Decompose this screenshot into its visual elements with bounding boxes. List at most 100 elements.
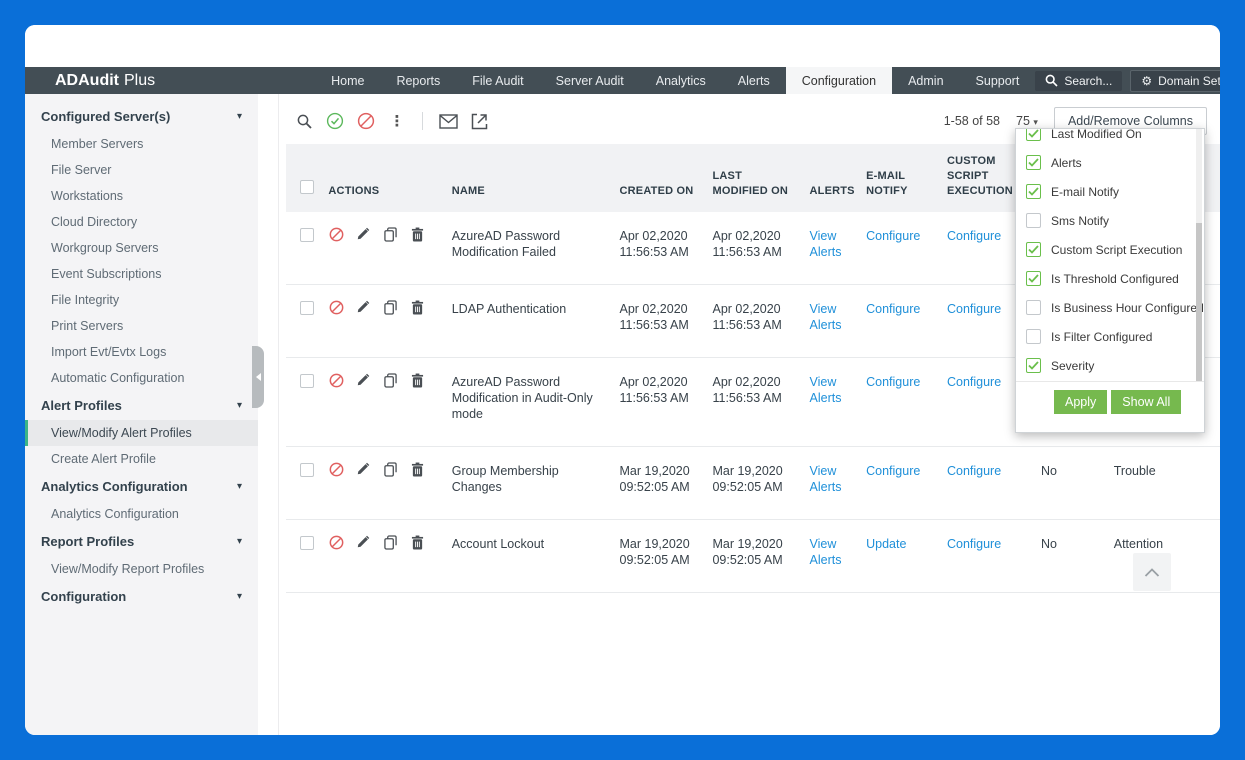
row-checkbox[interactable] [300,228,314,242]
tab-reports[interactable]: Reports [380,67,456,94]
sidebar-section-alert-profiles[interactable]: Alert Profiles ▾ [25,391,258,420]
sidebar-section-report-profiles[interactable]: Report Profiles ▾ [25,527,258,556]
sidebar-item-view-modify-report-profiles[interactable]: View/Modify Report Profiles [25,556,258,582]
column-option-custom-script-execution[interactable]: Custom Script Execution [1016,235,1204,264]
email-notify-link[interactable]: Configure [866,302,920,316]
more-options-icon[interactable]: ⋮ [387,111,407,131]
sidebar-item-member-servers[interactable]: Member Servers [25,131,258,157]
disable-icon[interactable] [328,226,344,242]
delete-icon[interactable] [409,226,425,242]
column-option-alerts[interactable]: Alerts [1016,148,1204,177]
disable-icon[interactable] [328,534,344,550]
column-header-email-notify[interactable]: E-MAIL NOTIFY [862,144,943,212]
sidebar-section-configured-servers[interactable]: Configured Server(s) ▾ [25,102,258,131]
export-icon[interactable] [469,111,489,131]
tab-server-audit[interactable]: Server Audit [540,67,640,94]
column-header-name[interactable]: NAME [447,144,616,212]
view-alerts-link[interactable]: View Alerts [810,229,842,259]
sidebar-item-workgroup-servers[interactable]: Workgroup Servers [25,235,258,261]
disable-icon[interactable] [328,299,344,315]
column-header-alerts[interactable]: ALERTS [805,144,863,212]
tab-configuration[interactable]: Configuration [785,67,893,94]
disable-profile-icon[interactable] [356,111,376,131]
tab-admin[interactable]: Admin [892,67,959,94]
delete-icon[interactable] [409,299,425,315]
sidebar-item-create-alert-profile[interactable]: Create Alert Profile [25,446,258,472]
disable-icon[interactable] [328,461,344,477]
show-all-button[interactable]: Show All [1111,390,1182,414]
search-button[interactable]: Search... [1035,70,1123,91]
enable-profile-icon[interactable] [325,111,345,131]
tab-file-audit[interactable]: File Audit [456,67,539,94]
delete-icon[interactable] [409,461,425,477]
domain-settings-button[interactable]: ⚙ Domain Settings [1130,69,1220,92]
sidebar-item-file-integrity[interactable]: File Integrity [25,287,258,313]
column-option-email-notify[interactable]: E-mail Notify [1016,177,1204,206]
row-checkbox[interactable] [300,301,314,315]
email-icon[interactable] [438,111,458,131]
sidebar-item-event-subscriptions[interactable]: Event Subscriptions [25,261,258,287]
email-notify-link[interactable]: Configure [866,375,920,389]
sidebar-item-cloud-directory[interactable]: Cloud Directory [25,209,258,235]
delete-icon[interactable] [409,372,425,388]
view-alerts-link[interactable]: View Alerts [810,464,842,494]
sidebar-section-analytics-configuration[interactable]: Analytics Configuration ▾ [25,472,258,501]
sidebar-section-configuration[interactable]: Configuration ▾ [25,582,258,611]
edit-icon[interactable] [355,534,371,550]
sidebar-item-import-evt-logs[interactable]: Import Evt/Evtx Logs [25,339,258,365]
page-size-select[interactable]: 75 ▾ [1016,114,1038,128]
tab-alerts[interactable]: Alerts [722,67,786,94]
column-option-last-modified-on[interactable]: Last Modified On [1016,129,1204,148]
row-checkbox[interactable] [300,463,314,477]
sidebar-item-workstations[interactable]: Workstations [25,183,258,209]
column-option-is-threshold-configured[interactable]: Is Threshold Configured [1016,264,1204,293]
sidebar-collapse-handle[interactable] [252,346,264,408]
column-header-last-modified-on[interactable]: LAST MODIFIED ON [708,144,806,212]
view-alerts-link[interactable]: View Alerts [810,537,842,567]
sidebar-item-analytics-configuration[interactable]: Analytics Configuration [25,501,258,527]
select-all-checkbox[interactable] [300,180,314,194]
column-option-sms-notify[interactable]: Sms Notify [1016,206,1204,235]
tab-home[interactable]: Home [315,67,380,94]
custom-script-link[interactable]: Configure [947,229,1001,243]
custom-script-link[interactable]: Configure [947,375,1001,389]
edit-icon[interactable] [355,299,371,315]
column-option-severity[interactable]: Severity [1016,351,1204,380]
app-logo[interactable]: ADAudit Plus [25,67,185,94]
search-icon[interactable] [294,111,314,131]
tab-analytics[interactable]: Analytics [640,67,722,94]
copy-icon[interactable] [382,299,398,315]
edit-icon[interactable] [355,461,371,477]
email-notify-link[interactable]: Configure [866,464,920,478]
column-header-actions[interactable]: ACTIONS [324,144,448,212]
view-alerts-link[interactable]: View Alerts [810,375,842,405]
edit-icon[interactable] [355,226,371,242]
sidebar-item-view-modify-alert-profiles[interactable]: View/Modify Alert Profiles [25,420,258,446]
row-checkbox[interactable] [300,374,314,388]
column-option-is-business-hour-configured[interactable]: Is Business Hour Configured [1016,293,1204,322]
copy-icon[interactable] [382,461,398,477]
copy-icon[interactable] [382,372,398,388]
apply-button[interactable]: Apply [1054,390,1108,414]
sidebar-item-file-server[interactable]: File Server [25,157,258,183]
custom-script-link[interactable]: Configure [947,302,1001,316]
email-notify-link[interactable]: Configure [866,229,920,243]
disable-icon[interactable] [328,372,344,388]
custom-script-link[interactable]: Configure [947,464,1001,478]
sidebar-item-print-servers[interactable]: Print Servers [25,313,258,339]
delete-icon[interactable] [409,534,425,550]
sidebar-item-automatic-configuration[interactable]: Automatic Configuration [25,365,258,391]
column-option-is-filter-configured[interactable]: Is Filter Configured [1016,322,1204,351]
custom-script-link[interactable]: Configure [947,537,1001,551]
dropdown-scrollbar-thumb[interactable] [1196,223,1202,381]
row-checkbox[interactable] [300,536,314,550]
scroll-to-top-button[interactable] [1133,553,1171,591]
tab-support[interactable]: Support [960,67,1036,94]
edit-icon[interactable] [355,372,371,388]
view-alerts-link[interactable]: View Alerts [810,302,842,332]
column-header-created-on[interactable]: CREATED ON [615,144,709,212]
copy-icon[interactable] [382,226,398,242]
copy-icon[interactable] [382,534,398,550]
email-notify-link[interactable]: Update [866,537,906,551]
dropdown-scrollbar-track[interactable] [1196,129,1202,381]
